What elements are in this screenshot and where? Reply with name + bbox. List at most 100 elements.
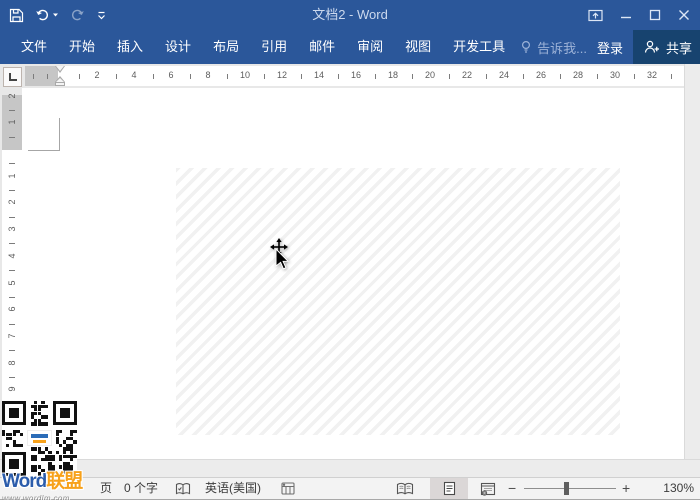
left-indent-marker[interactable] (55, 82, 65, 86)
ribbon-tab[interactable]: 插入 (106, 30, 154, 64)
ruler-tick (522, 74, 524, 79)
ribbon-tab[interactable]: 邮件 (298, 30, 346, 64)
horizontal-ruler-margin (25, 66, 58, 86)
minimize-icon[interactable] (620, 9, 632, 21)
login-button[interactable]: 登录 (587, 38, 633, 57)
ruler-number: 7 (7, 333, 17, 339)
first-line-indent-marker[interactable] (55, 66, 65, 73)
ruler-number: 28 (572, 70, 584, 80)
status-bar: 页 0 个字 英语(美国) − + 130% (0, 477, 700, 500)
ruler-tick (559, 74, 561, 79)
page-number-status[interactable]: 页 (100, 478, 112, 499)
window-controls (588, 0, 690, 30)
ruler-tick (300, 74, 302, 79)
web-layout-view-button[interactable] (480, 478, 496, 499)
ribbon-tab[interactable]: 设计 (154, 30, 202, 64)
ruler-tick (633, 74, 635, 79)
ruler-tick (9, 376, 15, 378)
person-add-icon (644, 40, 660, 53)
text-boundary-crop-mark-horizontal (28, 150, 60, 151)
ribbon-tab[interactable]: 布局 (202, 30, 250, 64)
text-boundary-crop-mark-vertical (59, 118, 60, 150)
language-status[interactable]: 英语(美国) (205, 478, 261, 499)
ribbon-tab[interactable]: 开发工具 (442, 30, 516, 64)
print-layout-view-button[interactable] (443, 478, 456, 499)
zoom-in-button[interactable]: + (622, 478, 630, 499)
zoom-slider-thumb[interactable] (564, 482, 569, 495)
ruler-tick (596, 74, 598, 79)
ruler-tick (485, 74, 487, 79)
ruler-tick (9, 190, 15, 192)
ruler-number: 32 (646, 70, 658, 80)
ruler-tick (9, 270, 15, 272)
ruler-tick (9, 216, 15, 218)
proofing-check-icon[interactable] (175, 478, 191, 499)
ruler-tick (9, 243, 15, 245)
macro-record-icon[interactable] (281, 478, 295, 499)
ruler-number: 26 (535, 70, 547, 80)
ruler-tick (115, 74, 117, 79)
ruler-number: 9 (7, 386, 17, 392)
watermark-qr-code (2, 401, 77, 476)
horizontal-ruler[interactable]: 246810121416182022242628303234 (25, 66, 697, 86)
ruler-tick (9, 323, 15, 325)
undo-dropdown-icon[interactable] (52, 12, 59, 18)
ruler-tick (9, 296, 15, 298)
ruler-number: 6 (168, 70, 174, 80)
ribbon-tab[interactable]: 视图 (394, 30, 442, 64)
ribbon-tab-row: 文件 开始 插入 设计 布局 引用 邮件 审阅 视图 开发工具 告诉我... 登录 共享 (0, 30, 700, 64)
ruler-tick (9, 136, 15, 138)
left-tab-icon (9, 73, 17, 81)
ruler-number: 5 (7, 280, 17, 286)
tell-me-box[interactable]: 告诉我... (520, 38, 587, 57)
save-icon[interactable] (9, 8, 24, 23)
ruler-number: 30 (609, 70, 621, 80)
document-workspace: 246810121416182022242628303234 211234567… (0, 64, 700, 459)
read-mode-view-button[interactable] (396, 478, 414, 499)
restore-icon[interactable] (649, 9, 661, 21)
ruler-number: 2 (7, 93, 17, 99)
ruler-tick (78, 74, 80, 79)
word-count-status[interactable]: 0 个字 (124, 478, 158, 499)
ruler-number: 8 (205, 70, 211, 80)
qr-finder-pattern (53, 401, 77, 425)
ruler-tick (33, 74, 34, 79)
redo-icon (71, 9, 84, 21)
ruler-number: 3 (7, 226, 17, 232)
ribbon-display-options-icon[interactable] (588, 9, 603, 22)
tab-stop-selector[interactable] (3, 67, 22, 87)
ribbon-tab[interactable]: 文件 (10, 30, 58, 64)
ruler-number: 2 (7, 199, 17, 205)
vertical-scrollbar[interactable] (684, 64, 700, 459)
zoom-level-value[interactable]: 130% (640, 478, 694, 499)
ruler-tick (9, 163, 15, 165)
qr-finder-pattern (2, 401, 26, 425)
horizontal-scrollbar[interactable] (0, 459, 700, 477)
ruler-number: 18 (387, 70, 399, 80)
undo-icon[interactable] (35, 8, 50, 22)
watermark-brand-league: 联盟 (46, 471, 83, 492)
share-button[interactable]: 共享 (633, 30, 700, 64)
ruler-number: 1 (7, 173, 17, 179)
customize-quick-access-icon[interactable] (96, 10, 107, 21)
ribbon-tab[interactable]: 审阅 (346, 30, 394, 64)
ruler-tick (337, 74, 339, 79)
ruler-number: 1 (7, 119, 17, 125)
zoom-out-button[interactable]: − (508, 478, 516, 499)
qr-center-logo (27, 430, 52, 446)
watermark-brand: Word联盟 www.wordlm.com (2, 471, 83, 500)
ruler-tick (189, 74, 191, 79)
ruler-number: 2 (94, 70, 100, 80)
ruler-number: 10 (239, 70, 251, 80)
close-icon[interactable] (678, 9, 690, 21)
hatched-selection-area[interactable] (176, 168, 620, 435)
ribbon-tab[interactable]: 引用 (250, 30, 298, 64)
ruler-number: 20 (424, 70, 436, 80)
ribbon-tab[interactable]: 开始 (58, 30, 106, 64)
ruler-number: 4 (7, 253, 17, 259)
ruler-tick (411, 74, 413, 79)
zoom-slider-track[interactable] (524, 488, 616, 489)
ruler-number: 4 (131, 70, 137, 80)
ruler-tick (263, 74, 265, 79)
title-bar: 文档2 - Word (0, 0, 700, 30)
